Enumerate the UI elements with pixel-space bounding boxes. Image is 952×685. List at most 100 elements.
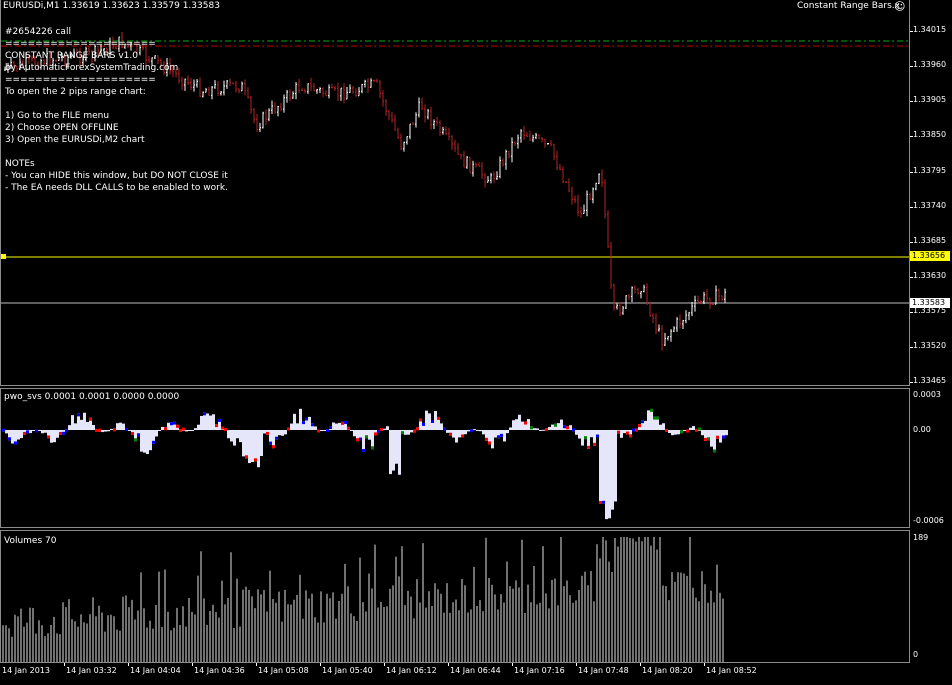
ea-comment-line: 1) Go to the FILE menu [5, 111, 110, 121]
oscillator-bar [662, 423, 665, 430]
oscillator-bar [206, 413, 209, 430]
oscillator-bar [110, 428, 113, 430]
oscillator-bar [701, 430, 704, 436]
time-tick-mark [704, 663, 705, 666]
yellow-line-handle [1, 254, 6, 259]
bid-price-label: 1.33583 [910, 298, 950, 308]
oscillator-bar [236, 430, 239, 439]
oscillator-bar [314, 426, 317, 430]
oscillator-bar [167, 422, 170, 430]
oscillator-bar [575, 430, 578, 435]
time-label: 14 Jan 2013 [2, 666, 50, 675]
oscillator-signal-mark [431, 419, 434, 423]
time-axis[interactable]: 14 Jan 2013 14 Jan 03:32 14 Jan 04:04 14 Ja… [0, 663, 952, 685]
osc-tick-zero: 0.00 [913, 425, 931, 434]
time-label: 14 Jan 07:48 [578, 666, 629, 675]
oscillator-signal-mark [125, 427, 128, 431]
oscillator-signal-mark [305, 417, 308, 421]
price-scale[interactable]: 1.34015 1.33960 1.33905 1.33850 1.33795 1.337… [910, 0, 952, 386]
oscillator-bar [683, 430, 686, 431]
oscillator-signal-mark [176, 424, 179, 428]
oscillator-signal-mark [59, 431, 62, 435]
oscillator-bar [623, 430, 626, 434]
price-tick-label: 1.33960 [913, 60, 947, 69]
yellow-line-price-label: 1.33656 [910, 251, 950, 261]
price-tick-label: 1.33850 [913, 130, 947, 139]
oscillator-bar [578, 430, 581, 439]
time-tick-mark [192, 663, 193, 666]
oscillator-signal-mark [593, 442, 596, 446]
oscillator-bar [506, 430, 509, 434]
oscillator-bar [428, 413, 431, 430]
oscillator-bar [254, 430, 257, 462]
oscillator-bar [80, 419, 83, 430]
oscillator-signal-mark [365, 435, 368, 439]
oscillator-signal-mark [626, 431, 629, 435]
oscillator-bar [278, 430, 281, 436]
oscillator-signal-mark [344, 420, 347, 424]
ea-comment-line: NOTEs [5, 159, 35, 169]
oscillator-bar [161, 426, 164, 430]
oscillator-bar [410, 430, 413, 433]
volumes-scale: 189 0 [910, 530, 952, 663]
oscillator-bar [647, 410, 650, 430]
oscillator-pane[interactable]: pwo_svs 0.0001 0.0001 0.0000 0.0000 [0, 388, 910, 528]
oscillator-bar [482, 430, 485, 435]
smiley-icon[interactable]: ☺ [894, 0, 905, 13]
oscillator-bar [659, 424, 662, 430]
osc-tick-top: 0.0003 [913, 390, 941, 399]
oscillator-bar [389, 430, 392, 475]
oscillator-signal-mark [416, 427, 419, 431]
time-tick-mark [64, 663, 65, 666]
oscillator-bar [149, 430, 152, 451]
oscillator-signal-mark [665, 429, 668, 433]
oscillator-bar [332, 422, 335, 430]
oscillator-bar [20, 430, 23, 439]
oscillator-title: pwo_svs 0.0001 0.0001 0.0000 0.0000 [4, 392, 180, 402]
oscillator-bar [491, 430, 494, 449]
time-label: 14 Jan 08:52 [706, 666, 757, 675]
time-tick-mark [128, 663, 129, 666]
oscillator-bar [515, 419, 518, 430]
oscillator-signal-mark [500, 433, 503, 437]
oscillator-bar [281, 430, 284, 436]
price-tick-label: 1.33520 [913, 341, 947, 350]
oscillator-signal-mark [563, 425, 566, 429]
time-tick-mark [448, 663, 449, 666]
oscillator-bar [590, 430, 593, 438]
oscillator-bar [476, 429, 479, 431]
oscillator-signal-mark [254, 458, 257, 462]
oscillator-signal-mark [653, 416, 656, 420]
price-chart-pane[interactable]: EURUSDi,M1 1.33619 1.33623 1.33579 1.335… [0, 0, 910, 386]
oscillator-bar [140, 430, 143, 452]
oscillator-bar [455, 430, 458, 443]
oscillator-signal-mark [374, 432, 377, 436]
oscillator-signal-mark [182, 427, 185, 431]
ea-comment-line: 3) Open the EURUSDi,M2 chart [5, 135, 145, 145]
oscillator-bar [233, 430, 236, 446]
oscillator-bar [386, 426, 389, 430]
oscillator-signal-mark [377, 429, 380, 433]
oscillator-bar [521, 421, 524, 430]
oscillator-signal-mark [419, 418, 422, 422]
volumes-pane[interactable]: Volumes 70 [0, 530, 910, 663]
oscillator-bar [290, 423, 293, 430]
oscillator-signal-mark [14, 441, 17, 445]
time-label: 14 Jan 03:32 [66, 666, 117, 675]
oscillator-signal-mark [35, 429, 38, 433]
oscillator-bar [284, 430, 287, 435]
oscillator-bar [533, 428, 536, 430]
oscillator-signal-mark [641, 420, 644, 424]
oscillator-signal-mark [218, 418, 221, 422]
ea-comment-line: To open the 2 pips range chart: [5, 87, 146, 97]
oscillator-bar [83, 412, 86, 430]
oscillator-signal-mark [530, 426, 533, 430]
oscillator-signal-mark [224, 428, 227, 432]
ea-comment-line: CONSTANT RANGE BARS v1.0 [5, 51, 138, 61]
oscillator-signal-mark [596, 434, 599, 438]
oscillator-bar [551, 424, 554, 430]
oscillator-bar [581, 430, 584, 446]
oscillator-signal-mark [707, 437, 710, 441]
oscillator-bar [158, 430, 161, 431]
oscillator-bar [602, 430, 605, 504]
